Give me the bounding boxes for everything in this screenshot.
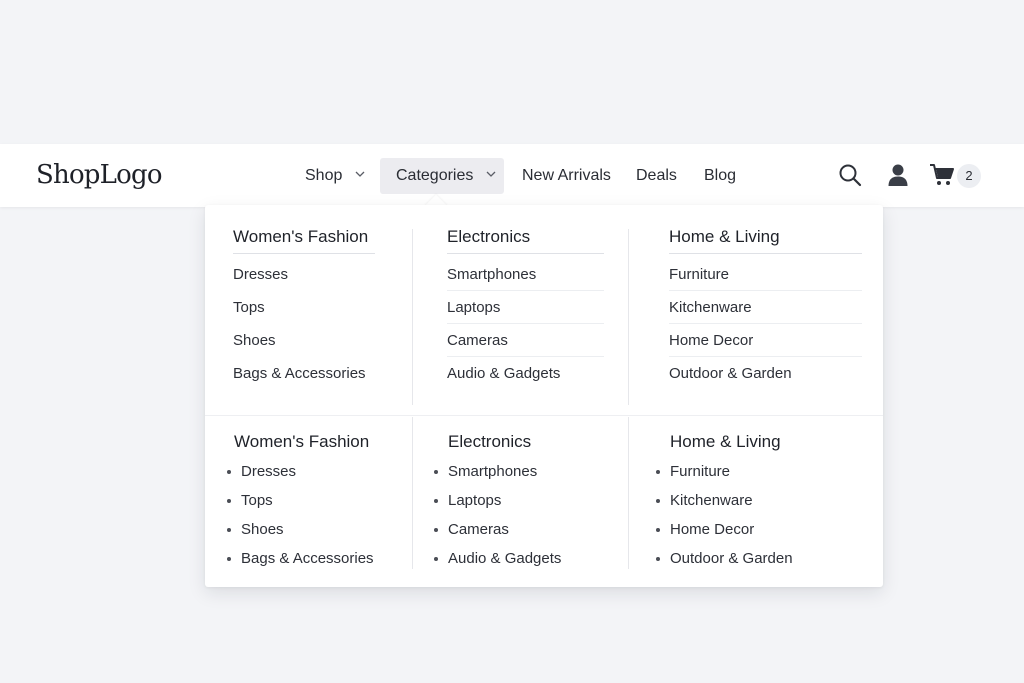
menu-link[interactable]: Bags & Accessories: [227, 544, 405, 573]
nav-shop-label: Shop: [305, 167, 343, 184]
column-divider: [628, 229, 629, 405]
menu-link[interactable]: Outdoor & Garden: [656, 544, 856, 573]
menu-column-electronics: Electronics Smartphones Laptops Cameras …: [447, 222, 604, 390]
top-navigation-bar: ShopLogo Shop Categories New Arrivals De…: [0, 144, 1024, 207]
menu-link[interactable]: Bags & Accessories: [233, 357, 375, 390]
menu-link[interactable]: Dresses: [233, 258, 375, 291]
nav-shop[interactable]: Shop: [305, 158, 365, 194]
shop-logo[interactable]: ShopLogo: [36, 158, 162, 192]
menu-link[interactable]: Kitchenware: [669, 291, 862, 324]
column-divider: [412, 417, 413, 569]
menu-link[interactable]: Tops: [227, 486, 405, 515]
menu-link[interactable]: Home Decor: [656, 515, 856, 544]
cart-icon[interactable]: [929, 163, 955, 187]
column-heading[interactable]: Home & Living: [669, 222, 862, 254]
menu-link[interactable]: Laptops: [447, 291, 604, 324]
nav-categories[interactable]: Categories: [380, 158, 504, 194]
nav-blog[interactable]: Blog: [704, 158, 736, 194]
menu-link[interactable]: Laptops: [434, 486, 612, 515]
menu-link[interactable]: Shoes: [227, 515, 405, 544]
menu-column-home-living-bulleted: Home & Living Furniture Kitchenware Home…: [656, 427, 856, 573]
menu-link[interactable]: Cameras: [434, 515, 612, 544]
cart-count-badge[interactable]: 2: [957, 164, 981, 188]
column-divider: [412, 229, 413, 405]
menu-link[interactable]: Shoes: [233, 324, 375, 357]
nav-new-arrivals[interactable]: New Arrivals: [522, 158, 611, 194]
menu-link[interactable]: Furniture: [656, 457, 856, 486]
menu-link[interactable]: Dresses: [227, 457, 405, 486]
column-heading[interactable]: Electronics: [447, 222, 604, 254]
categories-mega-menu: Women's Fashion Dresses Tops Shoes Bags …: [205, 205, 883, 587]
menu-link[interactable]: Audio & Gadgets: [447, 357, 604, 390]
menu-link[interactable]: Smartphones: [434, 457, 612, 486]
menu-link[interactable]: Cameras: [447, 324, 604, 357]
menu-column-womens-fashion: Women's Fashion Dresses Tops Shoes Bags …: [233, 222, 375, 390]
menu-column-home-living: Home & Living Furniture Kitchenware Home…: [669, 222, 862, 390]
column-heading[interactable]: Electronics: [434, 427, 612, 457]
user-icon[interactable]: [887, 163, 909, 187]
menu-column-womens-fashion-bulleted: Women's Fashion Dresses Tops Shoes Bags …: [227, 427, 405, 573]
nav-categories-label: Categories: [396, 167, 474, 184]
menu-link[interactable]: Audio & Gadgets: [434, 544, 612, 573]
column-heading[interactable]: Women's Fashion: [233, 222, 375, 254]
chevron-down-icon: [355, 171, 365, 177]
section-divider: [205, 415, 883, 416]
column-heading[interactable]: Women's Fashion: [227, 427, 405, 457]
menu-link[interactable]: Smartphones: [447, 258, 604, 291]
search-icon[interactable]: [838, 163, 862, 187]
column-divider: [628, 417, 629, 569]
menu-link[interactable]: Tops: [233, 291, 375, 324]
menu-link[interactable]: Outdoor & Garden: [669, 357, 862, 390]
menu-link[interactable]: Home Decor: [669, 324, 862, 357]
menu-link[interactable]: Kitchenware: [656, 486, 856, 515]
menu-column-electronics-bulleted: Electronics Smartphones Laptops Cameras …: [434, 427, 612, 573]
chevron-down-icon: [486, 171, 496, 177]
nav-deals[interactable]: Deals: [636, 158, 677, 194]
column-heading[interactable]: Home & Living: [656, 427, 856, 457]
menu-link[interactable]: Furniture: [669, 258, 862, 291]
